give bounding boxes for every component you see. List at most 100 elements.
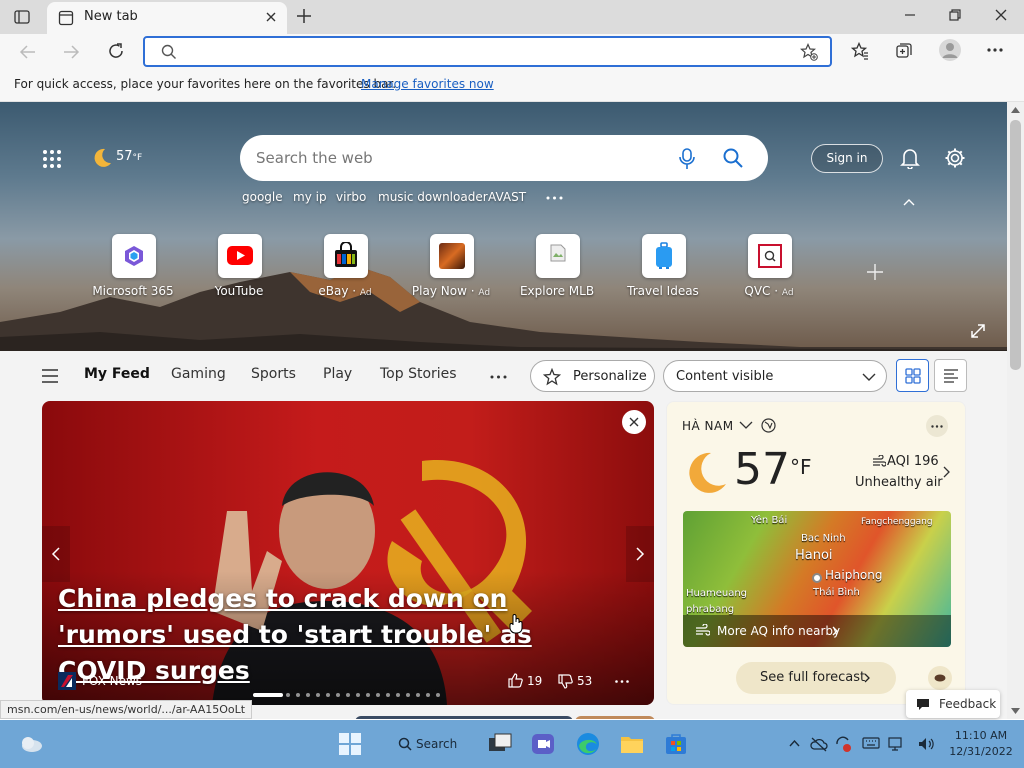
feed-tab-sports[interactable]: Sports [251, 366, 296, 382]
tab-new-tab[interactable]: New tab [47, 2, 287, 34]
vertical-scrollbar[interactable] [1007, 102, 1024, 719]
close-tab-icon[interactable] [265, 11, 277, 23]
weather-more-options-button[interactable] [926, 415, 948, 437]
keyboard-input-icon[interactable] [862, 736, 880, 750]
search-suggestion[interactable]: music downloader [378, 190, 488, 204]
feed-more-icon[interactable] [490, 375, 507, 379]
refresh-icon[interactable] [107, 42, 125, 60]
weather-location[interactable]: HÀ NAM [682, 419, 734, 433]
scroll-down-arrow-icon[interactable] [1011, 708, 1020, 714]
feed-tab-top-stories[interactable]: Top Stories [380, 366, 457, 382]
search-submit-icon[interactable] [723, 148, 743, 168]
top-story-card[interactable]: China pledges to crack down on 'rumors' … [42, 401, 654, 705]
minimize-icon[interactable] [904, 9, 916, 21]
list-view-button[interactable] [934, 359, 967, 392]
sign-in-button[interactable]: Sign in [811, 144, 883, 173]
quick-link-qvc[interactable] [748, 234, 792, 278]
scroll-up-arrow-icon[interactable] [1011, 107, 1020, 113]
quick-link-travel-ideas[interactable] [642, 234, 686, 278]
address-bar[interactable] [143, 36, 832, 67]
mini-weather[interactable]: 57°F [116, 149, 142, 164]
edge-browser-icon[interactable] [575, 731, 601, 757]
web-search-box[interactable]: Search the web [240, 135, 768, 181]
forward-icon[interactable] [62, 43, 80, 61]
air-quality-map[interactable]: Yên Bái Fangchenggang Bac Ninh Hanoi Hai… [683, 511, 951, 647]
search-suggestion[interactable]: my ip [293, 190, 327, 204]
feedback-button[interactable]: Feedback [906, 690, 1000, 718]
weather-widget-icon[interactable] [18, 731, 44, 757]
app-launcher-icon[interactable] [42, 149, 62, 169]
news-more-options-icon[interactable] [615, 680, 629, 683]
close-icon [629, 417, 639, 427]
quick-link-microsoft-365[interactable] [112, 234, 156, 278]
window-close-icon[interactable] [995, 9, 1007, 21]
feed-menu-hamburger-icon[interactable] [41, 369, 59, 383]
scrollbar-thumb[interactable] [1010, 120, 1021, 370]
aqi-value[interactable]: AQI 196 [887, 454, 939, 469]
play-now-game-icon [439, 243, 465, 269]
quick-link-ebay[interactable] [324, 234, 368, 278]
back-icon[interactable] [19, 43, 37, 61]
profile-avatar-icon[interactable] [939, 39, 961, 61]
search-suggestion[interactable]: AVAST [488, 190, 526, 204]
news-headline[interactable]: China pledges to crack down on 'rumors' … [58, 581, 618, 689]
clock-date[interactable]: 12/31/2022 [947, 745, 1015, 758]
personalize-button[interactable]: Personalize [530, 360, 655, 392]
collapse-chevron-up-icon[interactable] [903, 198, 915, 206]
favorites-icon[interactable] [851, 42, 869, 60]
location-chevron-down-icon[interactable] [739, 421, 753, 430]
collections-icon[interactable] [895, 42, 913, 60]
quick-link-youtube[interactable] [218, 234, 262, 278]
dislike-thumbs-down-icon[interactable] [558, 674, 573, 689]
start-windows-icon[interactable] [337, 731, 363, 757]
aqi-chevron-right-icon[interactable] [943, 466, 950, 478]
like-thumbs-up-icon[interactable] [508, 673, 523, 688]
clock-time[interactable]: 11:10 AM [951, 729, 1011, 742]
volume-icon[interactable] [917, 735, 935, 753]
weather-card[interactable]: HÀ NAM 57 °F AQI 196 Unhealthy air Yên B… [666, 401, 966, 705]
carousel-indicators[interactable] [286, 693, 446, 697]
search-suggestion[interactable]: virbo [336, 190, 366, 204]
taskbar-search-button[interactable]: Search [390, 732, 458, 756]
settings-more-icon[interactable] [987, 48, 1003, 52]
search-suggestion[interactable]: google [242, 190, 283, 204]
map-label: Hanoi [795, 548, 833, 563]
quick-link-label: YouTube [214, 284, 264, 298]
show-hidden-icons-chevron-up-icon[interactable] [789, 740, 800, 747]
expand-background-icon[interactable] [971, 324, 985, 338]
carousel-indicator-active[interactable] [253, 693, 283, 697]
teams-chat-icon[interactable] [530, 731, 556, 757]
more-suggestions-icon[interactable] [546, 196, 563, 200]
grid-view-button[interactable] [896, 359, 929, 392]
aq-info-bar[interactable]: More AQ info nearby [683, 615, 951, 647]
microsoft-store-icon[interactable] [663, 731, 689, 757]
content-visibility-dropdown[interactable]: Content visible [663, 360, 887, 392]
aqi-status[interactable]: Unhealthy air [855, 475, 943, 490]
network-icon[interactable] [887, 736, 903, 752]
more-aq-info-link[interactable]: More AQ info nearby [717, 624, 840, 638]
dismiss-card-button[interactable] [622, 410, 646, 434]
add-quick-link-plus-icon[interactable] [866, 263, 884, 281]
globe-locate-icon[interactable] [761, 418, 776, 433]
microphone-icon[interactable] [679, 148, 695, 170]
quick-link-play-now[interactable] [430, 234, 474, 278]
feed-tab-gaming[interactable]: Gaming [171, 366, 226, 382]
chevron-right-icon [864, 673, 870, 683]
onedrive-cloud-icon[interactable] [810, 736, 828, 752]
restore-icon[interactable] [949, 9, 961, 21]
feed-tab-play[interactable]: Play [323, 366, 352, 382]
notifications-bell-icon[interactable] [900, 147, 920, 169]
file-explorer-folder-icon[interactable] [619, 731, 645, 757]
tab-actions-icon[interactable] [14, 9, 30, 25]
feed-tab-my-feed[interactable]: My Feed [84, 366, 150, 382]
add-favorite-icon[interactable] [800, 43, 818, 61]
new-tab-plus-icon[interactable] [296, 8, 312, 24]
security-sync-icon[interactable] [834, 735, 852, 753]
quick-link-label: QVC · Ad [744, 284, 794, 298]
map-label: Thái Bình [813, 587, 860, 598]
see-full-forecast-button[interactable]: See full forecast [736, 662, 896, 694]
task-view-icon[interactable] [487, 731, 513, 757]
page-settings-gear-icon[interactable] [944, 147, 966, 169]
manage-favorites-link[interactable]: Manage favorites now [361, 77, 494, 91]
quick-link-explore-mlb[interactable] [536, 234, 580, 278]
